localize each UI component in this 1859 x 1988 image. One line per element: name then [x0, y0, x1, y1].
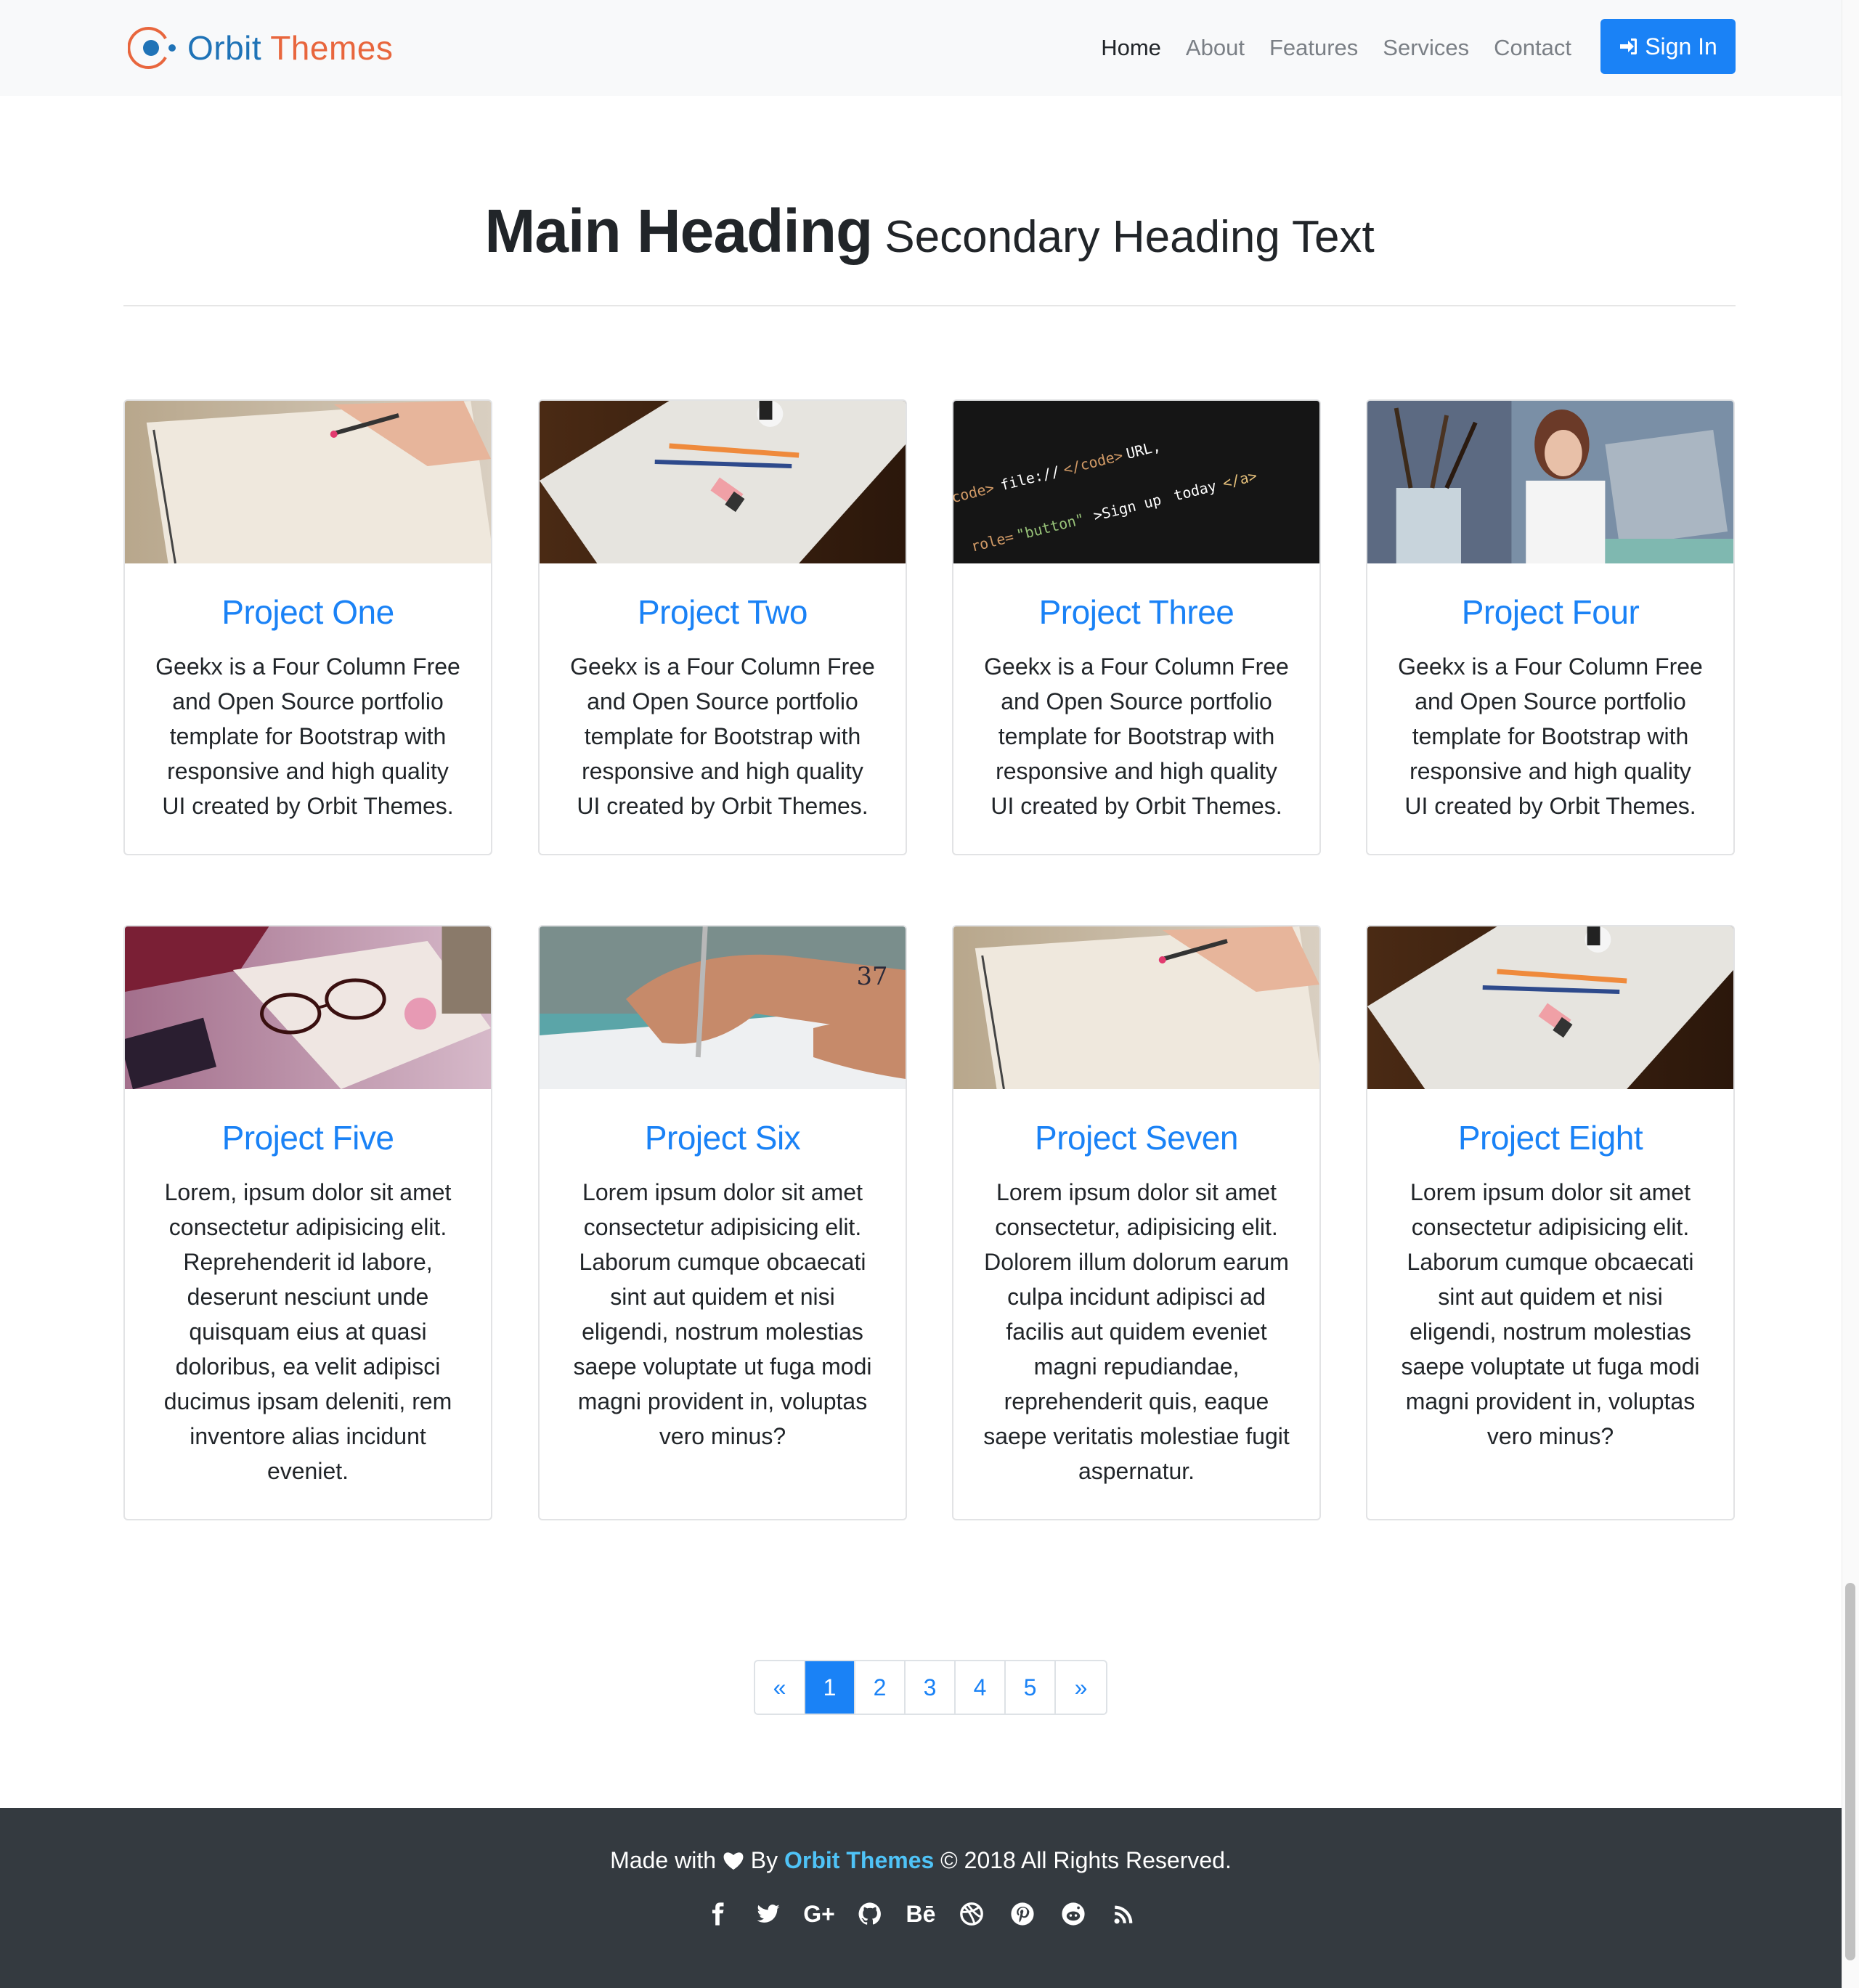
- nav-link-home[interactable]: Home: [1101, 35, 1161, 61]
- secondary-heading: Secondary Heading Text: [884, 212, 1375, 262]
- project-title: Project One: [125, 592, 491, 632]
- nav-link-features[interactable]: Features: [1269, 35, 1358, 61]
- project-card-8: Project Eight Lorem ipsum dolor sit amet…: [1366, 925, 1735, 1520]
- brand-logo-link[interactable]: Orbit Themes: [128, 23, 393, 73]
- nav-link-about[interactable]: About: [1186, 35, 1245, 61]
- brand-word-orbit: Orbit: [187, 29, 262, 67]
- sign-in-label: Sign In: [1645, 33, 1717, 60]
- project-image-code-screen: code> file:// </code> URL, role= "button…: [953, 401, 1319, 563]
- nav-link-services[interactable]: Services: [1383, 35, 1469, 61]
- brand-name: Orbit Themes: [187, 28, 393, 68]
- heart-icon: [723, 1852, 744, 1870]
- project-title: Project Two: [540, 592, 906, 632]
- project-image-notebook: [953, 926, 1319, 1089]
- pagination-next-button[interactable]: »: [1056, 1661, 1106, 1714]
- project-title: Project Four: [1367, 592, 1733, 632]
- twitter-icon[interactable]: [754, 1899, 783, 1928]
- project-card-7: Project Seven Lorem ipsum dolor sit amet…: [952, 925, 1321, 1520]
- pagination-page-5[interactable]: 5: [1006, 1661, 1056, 1714]
- project-card-4: Project Four Geekx is a Four Column Free…: [1366, 399, 1735, 855]
- project-title-link[interactable]: Project Five: [222, 1119, 394, 1157]
- nav-link-contact[interactable]: Contact: [1494, 35, 1571, 61]
- behance-icon[interactable]: Bē: [906, 1899, 936, 1928]
- project-description: Geekx is a Four Column Free and Open Sou…: [155, 653, 460, 819]
- project-description: Geekx is a Four Column Free and Open Sou…: [570, 653, 875, 819]
- project-title: Project Eight: [1367, 1118, 1733, 1157]
- project-title-link[interactable]: Project One: [221, 593, 394, 631]
- project-title-link[interactable]: Project Three: [1039, 593, 1234, 631]
- project-description: Lorem ipsum dolor sit amet consectetur a…: [573, 1179, 872, 1449]
- pagination-page-1[interactable]: 1: [805, 1661, 855, 1714]
- github-icon[interactable]: [855, 1899, 884, 1928]
- project-card-1: Project One Geekx is a Four Column Free …: [123, 399, 492, 855]
- project-title-link[interactable]: Project Four: [1462, 593, 1640, 631]
- project-card-3: code> file:// </code> URL, role= "button…: [952, 399, 1321, 855]
- project-title: Project Five: [125, 1118, 491, 1157]
- rss-icon[interactable]: [1110, 1899, 1139, 1928]
- pagination-prev-button[interactable]: «: [755, 1661, 805, 1714]
- by-text: By: [750, 1847, 778, 1873]
- project-description: Lorem ipsum dolor sit amet consectetur a…: [1401, 1179, 1700, 1449]
- project-image-notebook: [125, 401, 491, 563]
- project-title-link[interactable]: Project Two: [638, 593, 808, 631]
- copyright-text: Made with By Orbit Themes © 2018 All Rig…: [0, 1847, 1842, 1874]
- footer-brand-link[interactable]: Orbit Themes: [784, 1847, 934, 1873]
- brand-word-themes: Themes: [270, 29, 394, 67]
- facebook-icon[interactable]: [703, 1899, 732, 1928]
- google-plus-icon[interactable]: G+: [803, 1899, 835, 1928]
- heading-divider: [123, 305, 1736, 306]
- sign-in-button[interactable]: Sign In: [1600, 19, 1736, 74]
- project-card-2: Project Two Geekx is a Four Column Free …: [538, 399, 907, 855]
- sign-in-icon: [1620, 38, 1638, 54]
- dribbble-icon[interactable]: [957, 1899, 986, 1928]
- top-navbar: Orbit Themes Home About Features Services…: [0, 0, 1842, 96]
- project-card-5: Project Five Lorem, ipsum dolor sit amet…: [123, 925, 492, 1520]
- project-description: Geekx is a Four Column Free and Open Sou…: [984, 653, 1289, 819]
- pagination-page-3[interactable]: 3: [906, 1661, 956, 1714]
- nav-menu: Home About Features Services Contact: [1076, 0, 1571, 96]
- social-links: G+ Bē: [0, 1899, 1842, 1928]
- project-title-link[interactable]: Project Seven: [1035, 1119, 1238, 1157]
- orbit-logo-icon: [128, 27, 176, 69]
- project-title-link[interactable]: Project Six: [645, 1119, 801, 1157]
- project-image-hand-writing: 37: [540, 926, 906, 1089]
- project-title: Project Three: [953, 592, 1319, 632]
- pagination: « 1 2 3 4 5 »: [754, 1660, 1107, 1715]
- project-title: Project Six: [540, 1118, 906, 1157]
- page-scrollbar-thumb[interactable]: [1845, 1583, 1855, 1960]
- project-description: Geekx is a Four Column Free and Open Sou…: [1398, 653, 1703, 819]
- project-description: Lorem, ipsum dolor sit amet consectetur …: [163, 1179, 452, 1484]
- project-title-link[interactable]: Project Eight: [1458, 1119, 1643, 1157]
- project-image-paper-pencils: [540, 401, 906, 563]
- pagination-page-4[interactable]: 4: [956, 1661, 1006, 1714]
- project-card-6: 37 Project Six Lorem ipsum dolor sit ame…: [538, 925, 907, 1520]
- reddit-icon[interactable]: [1059, 1899, 1088, 1928]
- svg-text:37: 37: [857, 962, 888, 990]
- project-image-glasses: [125, 926, 491, 1089]
- rights-text: © 2018 All Rights Reserved.: [940, 1847, 1232, 1873]
- footer: Made with By Orbit Themes © 2018 All Rig…: [0, 1808, 1842, 1988]
- main-heading: Main Heading: [484, 197, 873, 265]
- made-with-text: Made with: [610, 1847, 716, 1873]
- pagination-page-2[interactable]: 2: [855, 1661, 906, 1714]
- pinterest-icon[interactable]: [1008, 1899, 1037, 1928]
- page-title: Main Heading Secondary Heading Text: [123, 196, 1736, 266]
- project-description: Lorem ipsum dolor sit amet consectetur, …: [983, 1179, 1290, 1484]
- project-title: Project Seven: [953, 1118, 1319, 1157]
- project-image-woman-laptop: [1367, 401, 1733, 563]
- project-image-paper-pencils: [1367, 926, 1733, 1089]
